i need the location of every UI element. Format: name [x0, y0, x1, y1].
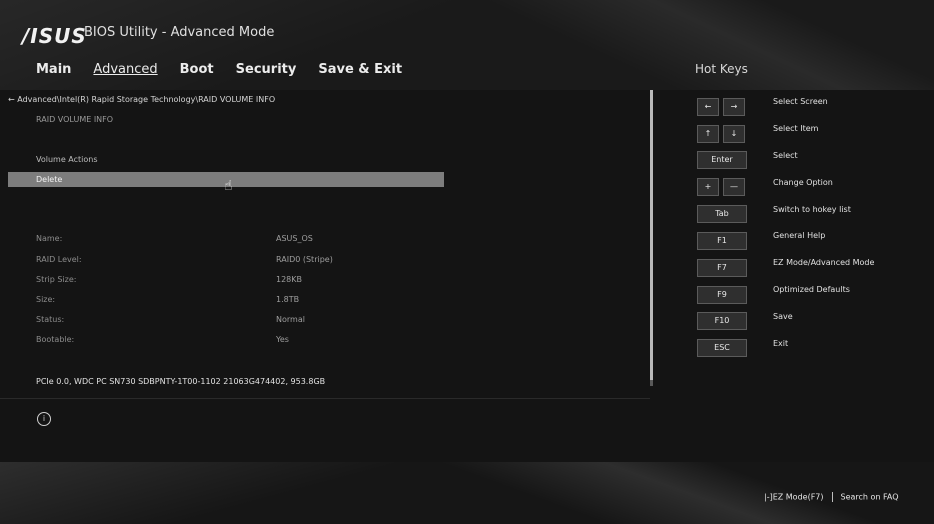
- name-value: ASUS_OS: [276, 234, 313, 243]
- hotkey-esc: ESC: [697, 339, 747, 357]
- delete-label: Delete: [36, 175, 63, 184]
- hotkey-select-screen: ← →: [697, 98, 749, 116]
- minus-key[interactable]: —: [723, 178, 745, 196]
- footer-bar: |-]EZ Mode(F7) Search on FAQ: [764, 492, 899, 502]
- down-arrow-key[interactable]: ↓: [723, 125, 745, 143]
- plus-key[interactable]: +: [697, 178, 719, 196]
- hotkey-desc: Select: [773, 151, 798, 160]
- page-subtitle: RAID VOLUME INFO: [36, 115, 114, 124]
- tab-key[interactable]: Tab: [697, 205, 747, 223]
- breadcrumb[interactable]: ← Advanced\Intel(R) Rapid Storage Techno…: [8, 95, 275, 104]
- status-label: Status:: [36, 315, 65, 324]
- main-menu: Main Advanced Boot Security Save & Exit: [36, 62, 402, 77]
- search-faq-link[interactable]: Search on FAQ: [841, 493, 899, 502]
- hotkey-f9: F9: [697, 286, 747, 304]
- esc-key[interactable]: ESC: [697, 339, 747, 357]
- hotkey-select-item: ↑ ↓: [697, 125, 749, 143]
- strip-size-label: Strip Size:: [36, 275, 77, 284]
- hotkey-tab: Tab: [697, 205, 747, 223]
- hotkey-desc: General Help: [773, 231, 826, 240]
- name-label: Name:: [36, 234, 63, 243]
- app-title: BIOS Utility - Advanced Mode: [84, 25, 275, 40]
- hotkey-enter: Enter: [697, 151, 747, 169]
- tab-security[interactable]: Security: [236, 62, 297, 77]
- hotkey-desc: Switch to hokey list: [773, 205, 851, 214]
- bootable-value: Yes: [276, 335, 289, 344]
- raid-level-value: RAID0 (Stripe): [276, 255, 333, 264]
- f9-key[interactable]: F9: [697, 286, 747, 304]
- breadcrumb-path: Advanced\Intel(R) Rapid Storage Technolo…: [17, 95, 276, 104]
- up-arrow-key[interactable]: ↑: [697, 125, 719, 143]
- strip-size-value: 128KB: [276, 275, 303, 284]
- volume-actions-label: Volume Actions: [36, 155, 98, 164]
- back-arrow-icon[interactable]: ←: [8, 95, 15, 104]
- hotkey-f1: F1: [697, 232, 747, 250]
- hotkey-change-option: + —: [697, 178, 749, 196]
- size-value: 1.8TB: [276, 295, 300, 304]
- hotkey-desc: Select Screen: [773, 97, 828, 106]
- tab-save-exit[interactable]: Save & Exit: [318, 62, 402, 77]
- asus-logo: /ISUS: [22, 24, 87, 48]
- info-icon: i: [37, 412, 51, 426]
- left-arrow-key[interactable]: ←: [697, 98, 719, 116]
- tab-boot[interactable]: Boot: [180, 62, 214, 77]
- ez-mode-link[interactable]: |-]EZ Mode(F7): [764, 493, 824, 502]
- size-label: Size:: [36, 295, 56, 304]
- hotkey-desc: EZ Mode/Advanced Mode: [773, 258, 875, 267]
- hotkeys-title: Hot Keys: [695, 62, 748, 76]
- tab-advanced[interactable]: Advanced: [93, 62, 157, 77]
- device-info: PCIe 0.0, WDC PC SN730 SDBPNTY-1T00-1102…: [36, 377, 326, 386]
- f1-key[interactable]: F1: [697, 232, 747, 250]
- hotkey-desc: Save: [773, 312, 793, 321]
- raid-level-label: RAID Level:: [36, 255, 82, 264]
- hotkey-desc: Exit: [773, 339, 789, 348]
- scrollbar-thumb[interactable]: [650, 90, 653, 380]
- footer-separator: [831, 492, 833, 502]
- hotkey-f10: F10: [697, 312, 747, 330]
- tab-main[interactable]: Main: [36, 62, 71, 77]
- hotkey-desc: Select Item: [773, 124, 819, 133]
- bootable-label: Bootable:: [36, 335, 75, 344]
- hand-pointer-icon: ☝: [224, 178, 233, 194]
- status-value: Normal: [276, 315, 305, 324]
- divider: [0, 398, 650, 399]
- hotkey-desc: Change Option: [773, 178, 833, 187]
- f7-key[interactable]: F7: [697, 259, 747, 277]
- hotkey-f7: F7: [697, 259, 747, 277]
- hotkey-desc: Optimized Defaults: [773, 285, 850, 294]
- enter-key[interactable]: Enter: [697, 151, 747, 169]
- f10-key[interactable]: F10: [697, 312, 747, 330]
- right-arrow-key[interactable]: →: [723, 98, 745, 116]
